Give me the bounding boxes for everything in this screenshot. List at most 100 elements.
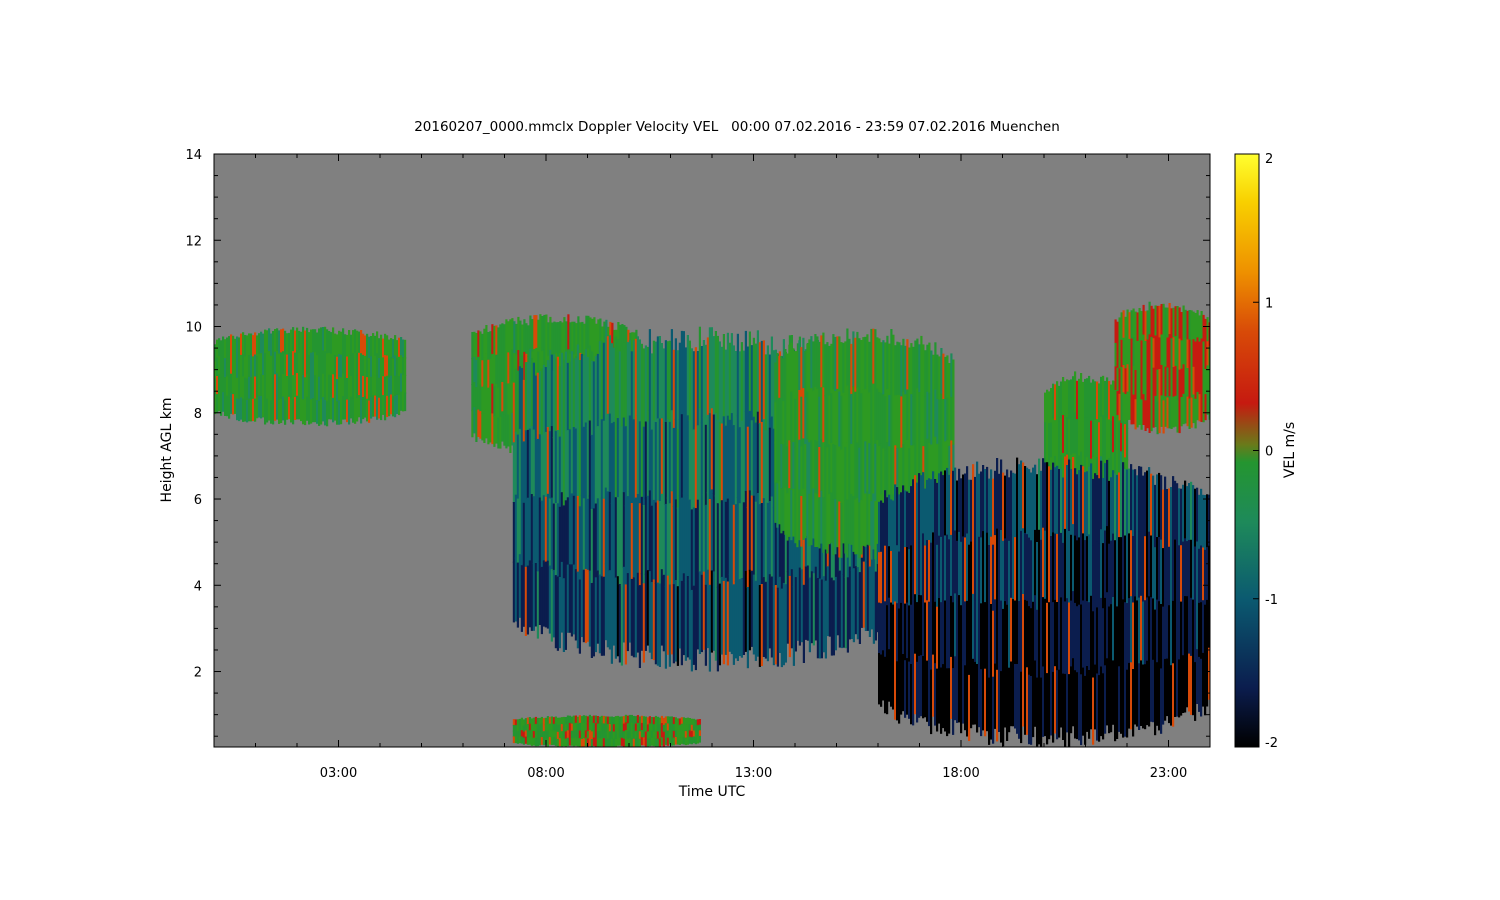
echo-stripe bbox=[1152, 397, 1155, 428]
echo-stripe bbox=[830, 492, 833, 543]
echo-stripe bbox=[820, 579, 823, 659]
echo-stripe bbox=[1118, 422, 1121, 458]
echo-stripe bbox=[234, 375, 237, 396]
echo-stripe bbox=[244, 335, 247, 358]
echo-stripe bbox=[534, 438, 537, 502]
echo-stripe bbox=[880, 392, 883, 445]
echo-stripe bbox=[487, 332, 490, 361]
echo-stripe bbox=[1166, 397, 1169, 429]
echo-stripe bbox=[838, 391, 841, 448]
echo-stripe bbox=[528, 494, 531, 562]
echo-stripe bbox=[710, 327, 713, 410]
echo-stripe bbox=[1152, 475, 1155, 538]
echo-stripe bbox=[290, 329, 293, 354]
echo-stripe bbox=[656, 716, 659, 726]
echo-stripe bbox=[778, 481, 781, 525]
echo-stripe bbox=[952, 359, 955, 404]
echo-stripe bbox=[1128, 365, 1131, 394]
echo-stripe bbox=[300, 398, 303, 422]
echo-stripe bbox=[550, 723, 553, 732]
echo-stripe bbox=[728, 342, 731, 421]
echo-stripe bbox=[656, 500, 659, 584]
echo-stripe bbox=[652, 579, 655, 661]
echo-stripe bbox=[576, 571, 579, 649]
echo-stripe bbox=[830, 442, 833, 494]
echo-stripe bbox=[1074, 670, 1077, 739]
echo-stripe bbox=[546, 360, 549, 428]
echo-stripe bbox=[924, 350, 927, 398]
echo-stripe bbox=[1180, 658, 1183, 716]
echo-stripe bbox=[497, 387, 500, 419]
echo-stripe bbox=[1168, 605, 1171, 665]
echo-stripe bbox=[238, 399, 241, 422]
echo-stripe bbox=[394, 395, 397, 418]
echo-stripe bbox=[702, 494, 705, 573]
echo-stripe bbox=[581, 321, 584, 356]
echo-stripe bbox=[228, 376, 231, 399]
echo-stripe bbox=[1044, 392, 1047, 424]
echo-stripe bbox=[640, 722, 643, 731]
echo-stripe bbox=[1098, 383, 1101, 424]
echo-stripe bbox=[1106, 526, 1109, 594]
echo-stripe bbox=[934, 663, 937, 726]
echo-stripe bbox=[652, 724, 655, 733]
echo-stripe bbox=[886, 388, 889, 444]
echo-stripe bbox=[640, 573, 643, 651]
echo-stripe bbox=[628, 722, 631, 732]
echo-stripe bbox=[634, 418, 637, 499]
echo-stripe bbox=[248, 376, 251, 400]
echo-stripe bbox=[864, 336, 867, 390]
echo-stripe bbox=[380, 355, 383, 378]
echo-stripe bbox=[890, 329, 893, 384]
echo-stripe bbox=[1000, 671, 1003, 743]
echo-stripe bbox=[892, 552, 895, 606]
echo-stripe bbox=[516, 719, 519, 727]
echo-stripe bbox=[538, 737, 541, 746]
echo-stripe bbox=[672, 584, 675, 664]
echo-stripe bbox=[580, 716, 583, 725]
echo-stripe bbox=[758, 423, 761, 505]
echo-stripe bbox=[740, 499, 743, 580]
echo-stripe bbox=[528, 428, 531, 496]
echo-stripe bbox=[952, 668, 955, 735]
echo-stripe bbox=[512, 382, 515, 444]
echo-stripe bbox=[896, 487, 899, 547]
echo-stripe bbox=[224, 377, 227, 398]
echo-stripe bbox=[804, 444, 807, 492]
echo-stripe bbox=[226, 376, 229, 397]
echo-stripe bbox=[818, 447, 821, 499]
echo-stripe bbox=[610, 343, 613, 425]
echo-stripe bbox=[588, 729, 591, 739]
echo-stripe bbox=[1058, 421, 1061, 459]
echo-stripe bbox=[1064, 381, 1067, 420]
echo-stripe bbox=[738, 503, 741, 581]
echo-stripe bbox=[666, 575, 669, 655]
echo-stripe bbox=[1148, 660, 1151, 727]
echo-stripe bbox=[364, 376, 367, 398]
echo-stripe bbox=[696, 574, 699, 650]
echo-stripe bbox=[588, 420, 591, 497]
echo-stripe bbox=[968, 674, 971, 741]
echo-stripe bbox=[286, 397, 289, 420]
echo-stripe bbox=[850, 569, 853, 639]
echo-stripe bbox=[1126, 427, 1129, 461]
echo-stripe bbox=[1122, 365, 1125, 394]
echo-stripe bbox=[578, 360, 581, 435]
echo-stripe bbox=[350, 396, 353, 419]
echo-stripe bbox=[688, 579, 691, 660]
echo-stripe bbox=[1180, 312, 1183, 342]
echo-stripe bbox=[734, 427, 737, 506]
echo-stripe bbox=[906, 547, 909, 604]
echo-stripe bbox=[1008, 667, 1011, 733]
echo-stripe bbox=[662, 423, 665, 501]
echo-stripe bbox=[559, 321, 562, 354]
echo-stripe bbox=[1100, 529, 1103, 599]
echo-stripe bbox=[718, 341, 721, 424]
echo-stripe bbox=[1152, 308, 1155, 340]
echo-stripe bbox=[521, 324, 524, 357]
echo-stripe bbox=[1026, 467, 1029, 536]
echo-stripe bbox=[660, 493, 663, 571]
echo-stripe bbox=[358, 374, 361, 397]
echo-stripe bbox=[578, 722, 581, 732]
echo-stripe bbox=[1166, 658, 1169, 717]
